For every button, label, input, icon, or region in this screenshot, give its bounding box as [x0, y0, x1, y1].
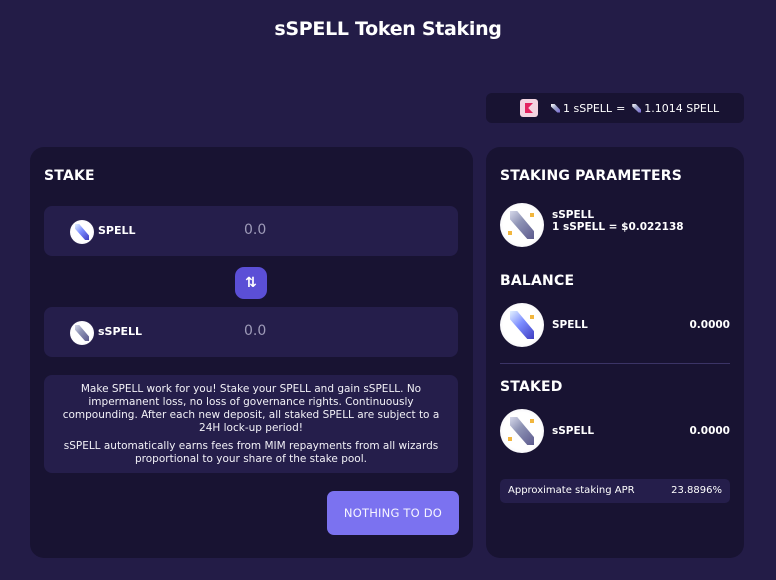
sspell-price-row: sSPELL 1 sSPELL = $0.022138 [500, 203, 730, 247]
to-token-row: sSPELL 0.0 [44, 307, 458, 357]
spell-icon [632, 103, 642, 113]
page-title: sSPELL Token Staking [274, 18, 502, 40]
from-token-name: SPELL [98, 224, 136, 237]
swap-button[interactable]: ⇅ [235, 267, 267, 299]
swap-arrows-icon: ⇅ [245, 275, 257, 291]
staked-token: sSPELL [552, 425, 595, 437]
staking-parameters-card: STAKING PARAMETERS sSPELL 1 sSPELL = $0.… [486, 147, 744, 558]
staked-value: 0.0000 [689, 425, 730, 437]
spell-icon [500, 303, 544, 347]
rate-rhs: 1.1014 SPELL [644, 101, 720, 115]
sspell-icon [500, 203, 544, 247]
apr-value: 23.8896% [671, 485, 722, 496]
stake-card: STAKE SPELL 0.0 ⇅ sSPELL 0.0 Make SPELL … [30, 147, 473, 558]
stake-info-box: Make SPELL work for you! Stake your SPEL… [44, 375, 458, 473]
token-logo-icon [520, 99, 538, 117]
sspell-icon [551, 103, 560, 113]
spell-icon [70, 220, 94, 244]
params-token: sSPELL [552, 209, 595, 221]
to-token-name: sSPELL [98, 325, 143, 338]
balance-row: SPELL 0.0000 [500, 303, 730, 347]
balance-title: BALANCE [500, 273, 575, 289]
balance-token: SPELL [552, 319, 588, 331]
to-amount-output: 0.0 [244, 323, 267, 339]
staked-row: sSPELL 0.0000 [500, 409, 730, 453]
balance-value: 0.0000 [689, 319, 730, 331]
from-amount-input[interactable]: 0.0 [244, 222, 266, 238]
rate-equals: = [616, 101, 626, 115]
apr-label: Approximate staking APR [508, 485, 635, 496]
sspell-icon [70, 321, 94, 345]
stake-info-text: Make SPELL work for you! Stake your SPEL… [62, 383, 440, 434]
exchange-rate-badge: 1 sSPELL = 1.1014 SPELL [486, 93, 744, 123]
stake-title: STAKE [44, 168, 95, 184]
apr-box: Approximate staking APR 23.8896% [500, 479, 730, 503]
rate-lhs: 1 sSPELL [563, 101, 613, 115]
from-token-row[interactable]: SPELL 0.0 [44, 206, 458, 256]
params-title: STAKING PARAMETERS [500, 168, 683, 184]
sspell-icon [500, 409, 544, 453]
divider [500, 363, 730, 364]
stake-action-button[interactable]: NOTHING TO DO [327, 491, 459, 535]
staked-title: STAKED [500, 379, 563, 395]
sspell-price: 1 sSPELL = $0.022138 [552, 221, 684, 233]
stake-fees-text: sSPELL automatically earns fees from MIM… [63, 440, 439, 465]
